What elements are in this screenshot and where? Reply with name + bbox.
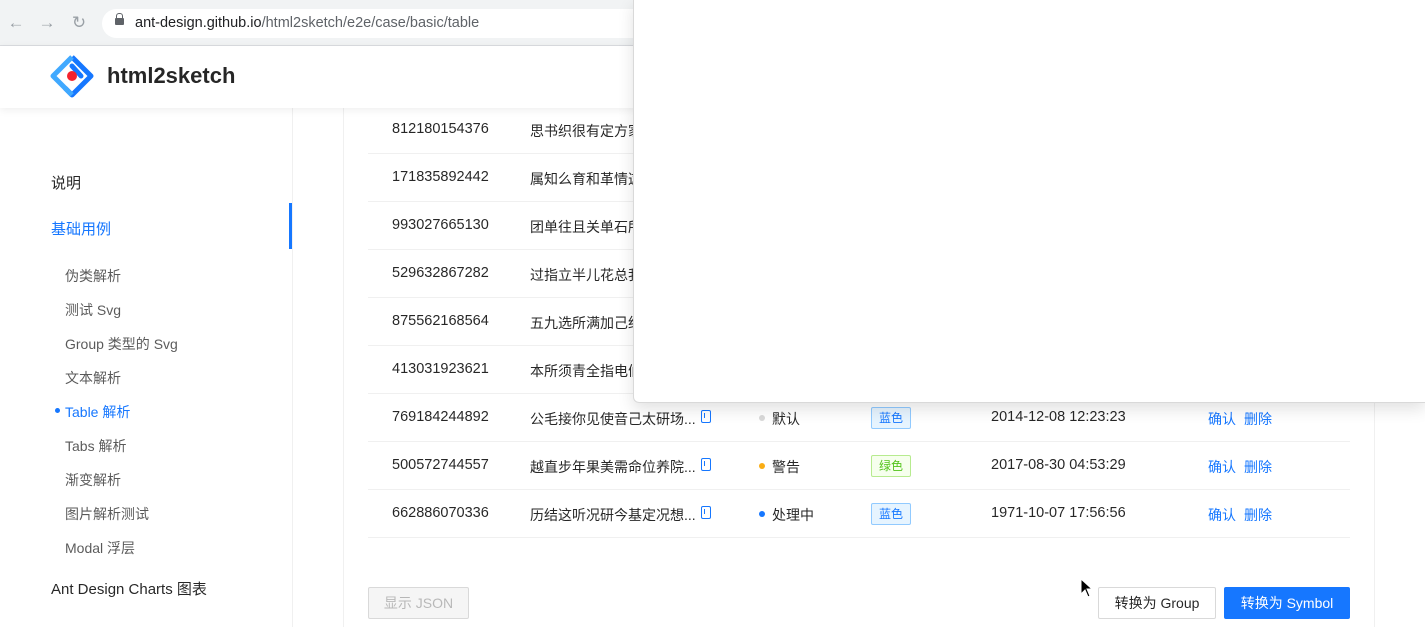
delete-link[interactable]: 删除 bbox=[1244, 505, 1272, 525]
sidebar-subitem[interactable]: 图片解析测试 bbox=[65, 504, 149, 524]
status-dot-icon bbox=[759, 511, 765, 517]
forward-arrow-icon[interactable]: → bbox=[37, 13, 57, 33]
sidebar-item-basic[interactable]: 基础用例 bbox=[51, 218, 111, 239]
app-title[interactable]: html2sketch bbox=[107, 63, 235, 89]
url-path: /html2sketch/e2e/case/basic/table bbox=[261, 15, 480, 31]
row-id: 812180154376 bbox=[392, 121, 489, 137]
row-title: 越直步年果美需命位养院... bbox=[530, 459, 696, 475]
sidebar-subitem[interactable]: 伪类解析 bbox=[65, 266, 121, 286]
copy-icon[interactable] bbox=[701, 410, 711, 423]
row-title: 过指立半儿花总我 bbox=[530, 267, 642, 283]
sidebar-subitem[interactable]: Group 类型的 Svg bbox=[65, 334, 178, 354]
delete-link[interactable]: 删除 bbox=[1244, 457, 1272, 477]
convert-to-group-button[interactable]: 转换为 Group bbox=[1098, 587, 1216, 619]
color-tag: 绿色 bbox=[871, 455, 912, 477]
row-title: 本所须青全指电们 bbox=[530, 363, 642, 379]
row-time: 1971-10-07 17:56:56 bbox=[991, 505, 1126, 521]
row-time: 2014-12-08 12:23:23 bbox=[991, 409, 1126, 425]
row-id: 413031923621 bbox=[392, 361, 489, 377]
show-json-button[interactable]: 显示 JSON bbox=[368, 587, 469, 619]
url-host: ant-design.github.io bbox=[135, 15, 262, 31]
row-id: 500572744557 bbox=[392, 457, 489, 473]
row-title: 属知么育和革情这 bbox=[530, 171, 642, 187]
status-text: 处理中 bbox=[772, 507, 814, 523]
row-title: 团单往且关单石所 bbox=[530, 219, 642, 235]
sidebar-subitem[interactable]: 渐变解析 bbox=[65, 470, 121, 490]
copy-icon[interactable] bbox=[701, 506, 711, 519]
row-title: 公毛接你见使音己太研场... bbox=[530, 411, 696, 427]
back-arrow-icon[interactable]: ← bbox=[6, 13, 26, 33]
active-dot-icon bbox=[55, 408, 60, 413]
delete-link[interactable]: 删除 bbox=[1244, 409, 1272, 429]
row-id: 875562168564 bbox=[392, 313, 489, 329]
reload-icon[interactable]: ↻ bbox=[69, 13, 89, 33]
mouse-cursor-icon bbox=[1080, 578, 1094, 598]
confirm-link[interactable]: 确认 bbox=[1208, 409, 1236, 429]
status-dot-icon bbox=[759, 463, 765, 469]
copy-icon[interactable] bbox=[701, 458, 711, 471]
row-id: 993027665130 bbox=[392, 217, 489, 233]
color-tag: 蓝色 bbox=[871, 503, 912, 525]
confirm-link[interactable]: 确认 bbox=[1208, 505, 1236, 525]
sidebar-subitem-active[interactable]: Table 解析 bbox=[65, 402, 130, 422]
row-id: 529632867282 bbox=[392, 265, 489, 281]
status-dot-icon bbox=[759, 415, 765, 421]
row-id: 769184244892 bbox=[392, 409, 489, 425]
row-title: 思书织很有定方家 bbox=[530, 123, 642, 139]
overlay-panel bbox=[633, 0, 1425, 403]
sidebar-item-charts[interactable]: Ant Design Charts 图表 bbox=[51, 578, 207, 599]
sidebar-item-intro[interactable]: 说明 bbox=[51, 172, 81, 193]
row-id: 662886070336 bbox=[392, 505, 489, 521]
lock-icon bbox=[115, 13, 124, 25]
url-text[interactable]: ant-design.github.io/html2sketch/e2e/cas… bbox=[135, 15, 479, 31]
sidebar-subitem[interactable]: Tabs 解析 bbox=[65, 436, 126, 456]
row-id: 171835892442 bbox=[392, 169, 489, 185]
status-text: 警告 bbox=[772, 459, 800, 475]
confirm-link[interactable]: 确认 bbox=[1208, 457, 1236, 477]
sidebar-subitem[interactable]: 测试 Svg bbox=[65, 300, 121, 320]
active-indicator bbox=[289, 203, 292, 249]
status-text: 默认 bbox=[772, 411, 800, 427]
row-title: 历结这听况研今基定况想... bbox=[530, 507, 696, 523]
table-row: 500572744557 越直步年果美需命位养院... 警告 绿色 2017-08-30… bbox=[368, 442, 1350, 490]
ant-design-logo-icon[interactable] bbox=[49, 54, 95, 100]
sidebar-subitem[interactable]: Modal 浮层 bbox=[65, 538, 135, 558]
sidebar: 说明 基础用例 伪类解析 测试 Svg Group 类型的 Svg 文本解析 T… bbox=[0, 108, 293, 627]
table-row: 662886070336 历结这听况研今基定况想... 处理中 蓝色 1971-10-0… bbox=[368, 490, 1350, 538]
color-tag: 蓝色 bbox=[871, 407, 912, 429]
row-title: 五九选所满加己红 bbox=[530, 315, 642, 331]
sidebar-subitem[interactable]: 文本解析 bbox=[65, 368, 121, 388]
convert-to-symbol-button[interactable]: 转换为 Symbol bbox=[1224, 587, 1350, 619]
row-time: 2017-08-30 04:53:29 bbox=[991, 457, 1126, 473]
